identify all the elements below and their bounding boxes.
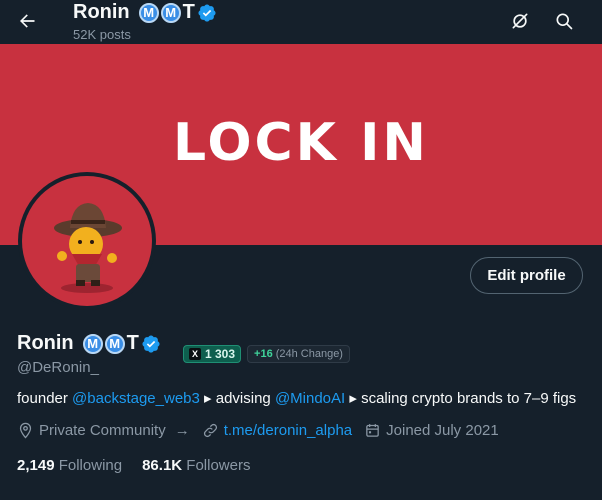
search-button[interactable] <box>547 4 581 38</box>
m-badge-icon: M <box>104 333 125 354</box>
bio-link-mindoai[interactable]: @MindoAI <box>275 390 345 407</box>
header-name: Ronin M M T <box>73 1 217 24</box>
score-delta-note: (24h Change) <box>275 348 343 360</box>
x-logo-icon: X <box>189 348 201 360</box>
joined-item: Joined July 2021 <box>364 422 499 439</box>
bio-link-backstage[interactable]: @backstage_web3 <box>72 390 200 407</box>
calendar-icon <box>366 424 379 437</box>
back-button[interactable] <box>10 4 44 38</box>
arrow-icon: → <box>174 422 190 439</box>
community-item[interactable]: Private Community → <box>17 422 190 439</box>
following-link[interactable]: 2,149 Following <box>17 457 122 474</box>
bio-text: ▸ advising <box>199 390 275 407</box>
profile-name-text: Ronin <box>17 332 74 354</box>
score-badge[interactable]: X 1 303 +16 (24h Change) <box>183 344 350 364</box>
location-pin-icon <box>19 422 32 439</box>
edit-profile-button[interactable]: Edit profile <box>470 257 583 294</box>
back-arrow-icon <box>20 14 35 28</box>
verified-badge-icon <box>198 3 216 22</box>
header-name-text: Ronin <box>73 1 130 23</box>
followers-count: 86.1K <box>142 457 183 474</box>
profile-name: Ronin M M T <box>17 332 161 355</box>
avatar-image <box>22 176 152 306</box>
profile-meta: Private Community → t.me/deronin_alpha J… <box>17 422 511 439</box>
top-bar: Ronin M M T 52K posts <box>0 0 602 44</box>
website-item[interactable]: t.me/deronin_alpha <box>202 422 352 439</box>
following-count: 2,149 <box>17 457 55 474</box>
verified-badge-icon[interactable] <box>141 334 161 354</box>
bio-text: founder <box>17 390 73 407</box>
m-badge-icon: M <box>160 2 181 23</box>
score-value-pill: X 1 303 <box>183 345 242 363</box>
following-label: Following <box>58 457 123 474</box>
grok-button[interactable] <box>503 4 537 38</box>
bio-text: ▸ scaling crypto brands to 7–9 figs <box>345 390 577 407</box>
posts-count: 52K posts <box>73 27 131 42</box>
score-delta: +16 <box>254 348 273 360</box>
t-badge: T <box>182 1 195 23</box>
followers-label: Followers <box>186 457 251 474</box>
link-icon <box>203 423 217 438</box>
t-badge: T <box>126 332 139 354</box>
score-change-pill: +16 (24h Change) <box>247 345 350 363</box>
follow-stats: 2,149 Following 86.1K Followers <box>17 457 250 474</box>
m-badge-icon: M <box>138 2 159 23</box>
avatar[interactable] <box>18 172 156 310</box>
followers-link[interactable]: 86.1K Followers <box>142 457 250 474</box>
search-icon <box>556 13 573 30</box>
score-value: 1 303 <box>205 347 236 361</box>
community-label: Private Community <box>39 422 166 439</box>
profile-bio: founder @backstage_web3 ▸ advising @Mind… <box>17 389 576 407</box>
grok-icon <box>512 13 528 29</box>
website-link[interactable]: t.me/deronin_alpha <box>224 422 352 439</box>
cowboy-character-icon <box>54 203 122 293</box>
m-badge-icon: M <box>82 333 103 354</box>
banner-text: LOCK IN <box>173 112 429 173</box>
joined-label: Joined July 2021 <box>386 422 499 439</box>
profile-handle: @DeRonin_ <box>17 359 99 376</box>
